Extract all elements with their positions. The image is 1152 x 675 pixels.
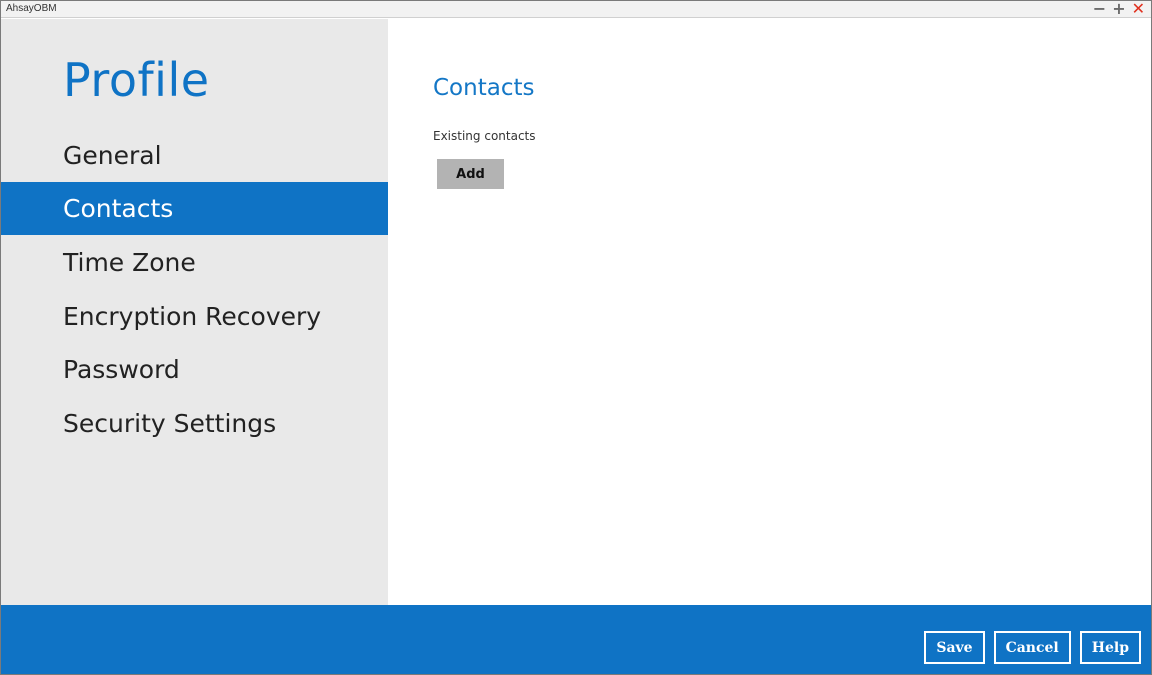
window-controls: − + ✕ xyxy=(1093,1,1145,19)
footer-buttons: Save Cancel Help xyxy=(924,631,1141,664)
sidebar: Profile General Contacts Time Zone Encry… xyxy=(1,19,388,605)
sidebar-item-password[interactable]: Password xyxy=(1,343,388,396)
close-icon[interactable]: ✕ xyxy=(1132,1,1145,19)
minimize-icon[interactable]: − xyxy=(1093,1,1106,19)
sidebar-item-label: Time Zone xyxy=(63,248,196,277)
sidebar-item-security-settings[interactable]: Security Settings xyxy=(1,397,388,450)
sidebar-item-label: General xyxy=(63,141,162,170)
maximize-icon[interactable]: + xyxy=(1112,1,1125,19)
main-content: Contacts Existing contacts Add xyxy=(388,19,1151,605)
sidebar-heading: Profile xyxy=(63,53,210,107)
page-title: Contacts xyxy=(433,75,535,101)
title-bar: AhsayOBM − + ✕ xyxy=(1,1,1151,18)
sidebar-item-time-zone[interactable]: Time Zone xyxy=(1,236,388,289)
existing-contacts-label: Existing contacts xyxy=(433,129,536,143)
footer-bar: Save Cancel Help xyxy=(1,605,1151,674)
sidebar-item-encryption-recovery[interactable]: Encryption Recovery xyxy=(1,290,388,343)
cancel-button[interactable]: Cancel xyxy=(993,631,1071,664)
help-button[interactable]: Help xyxy=(1079,631,1141,664)
sidebar-item-contacts[interactable]: Contacts xyxy=(1,182,388,235)
sidebar-item-label: Password xyxy=(63,355,180,384)
window-title: AhsayOBM xyxy=(6,3,57,14)
sidebar-item-label: Encryption Recovery xyxy=(63,302,322,331)
add-contact-button[interactable]: Add xyxy=(437,159,504,189)
sidebar-item-general[interactable]: General xyxy=(1,129,388,182)
save-button[interactable]: Save xyxy=(924,631,985,664)
app-window: AhsayOBM − + ✕ Profile General Contacts … xyxy=(0,0,1152,675)
sidebar-item-label: Security Settings xyxy=(63,409,277,438)
sidebar-item-label: Contacts xyxy=(63,194,174,223)
